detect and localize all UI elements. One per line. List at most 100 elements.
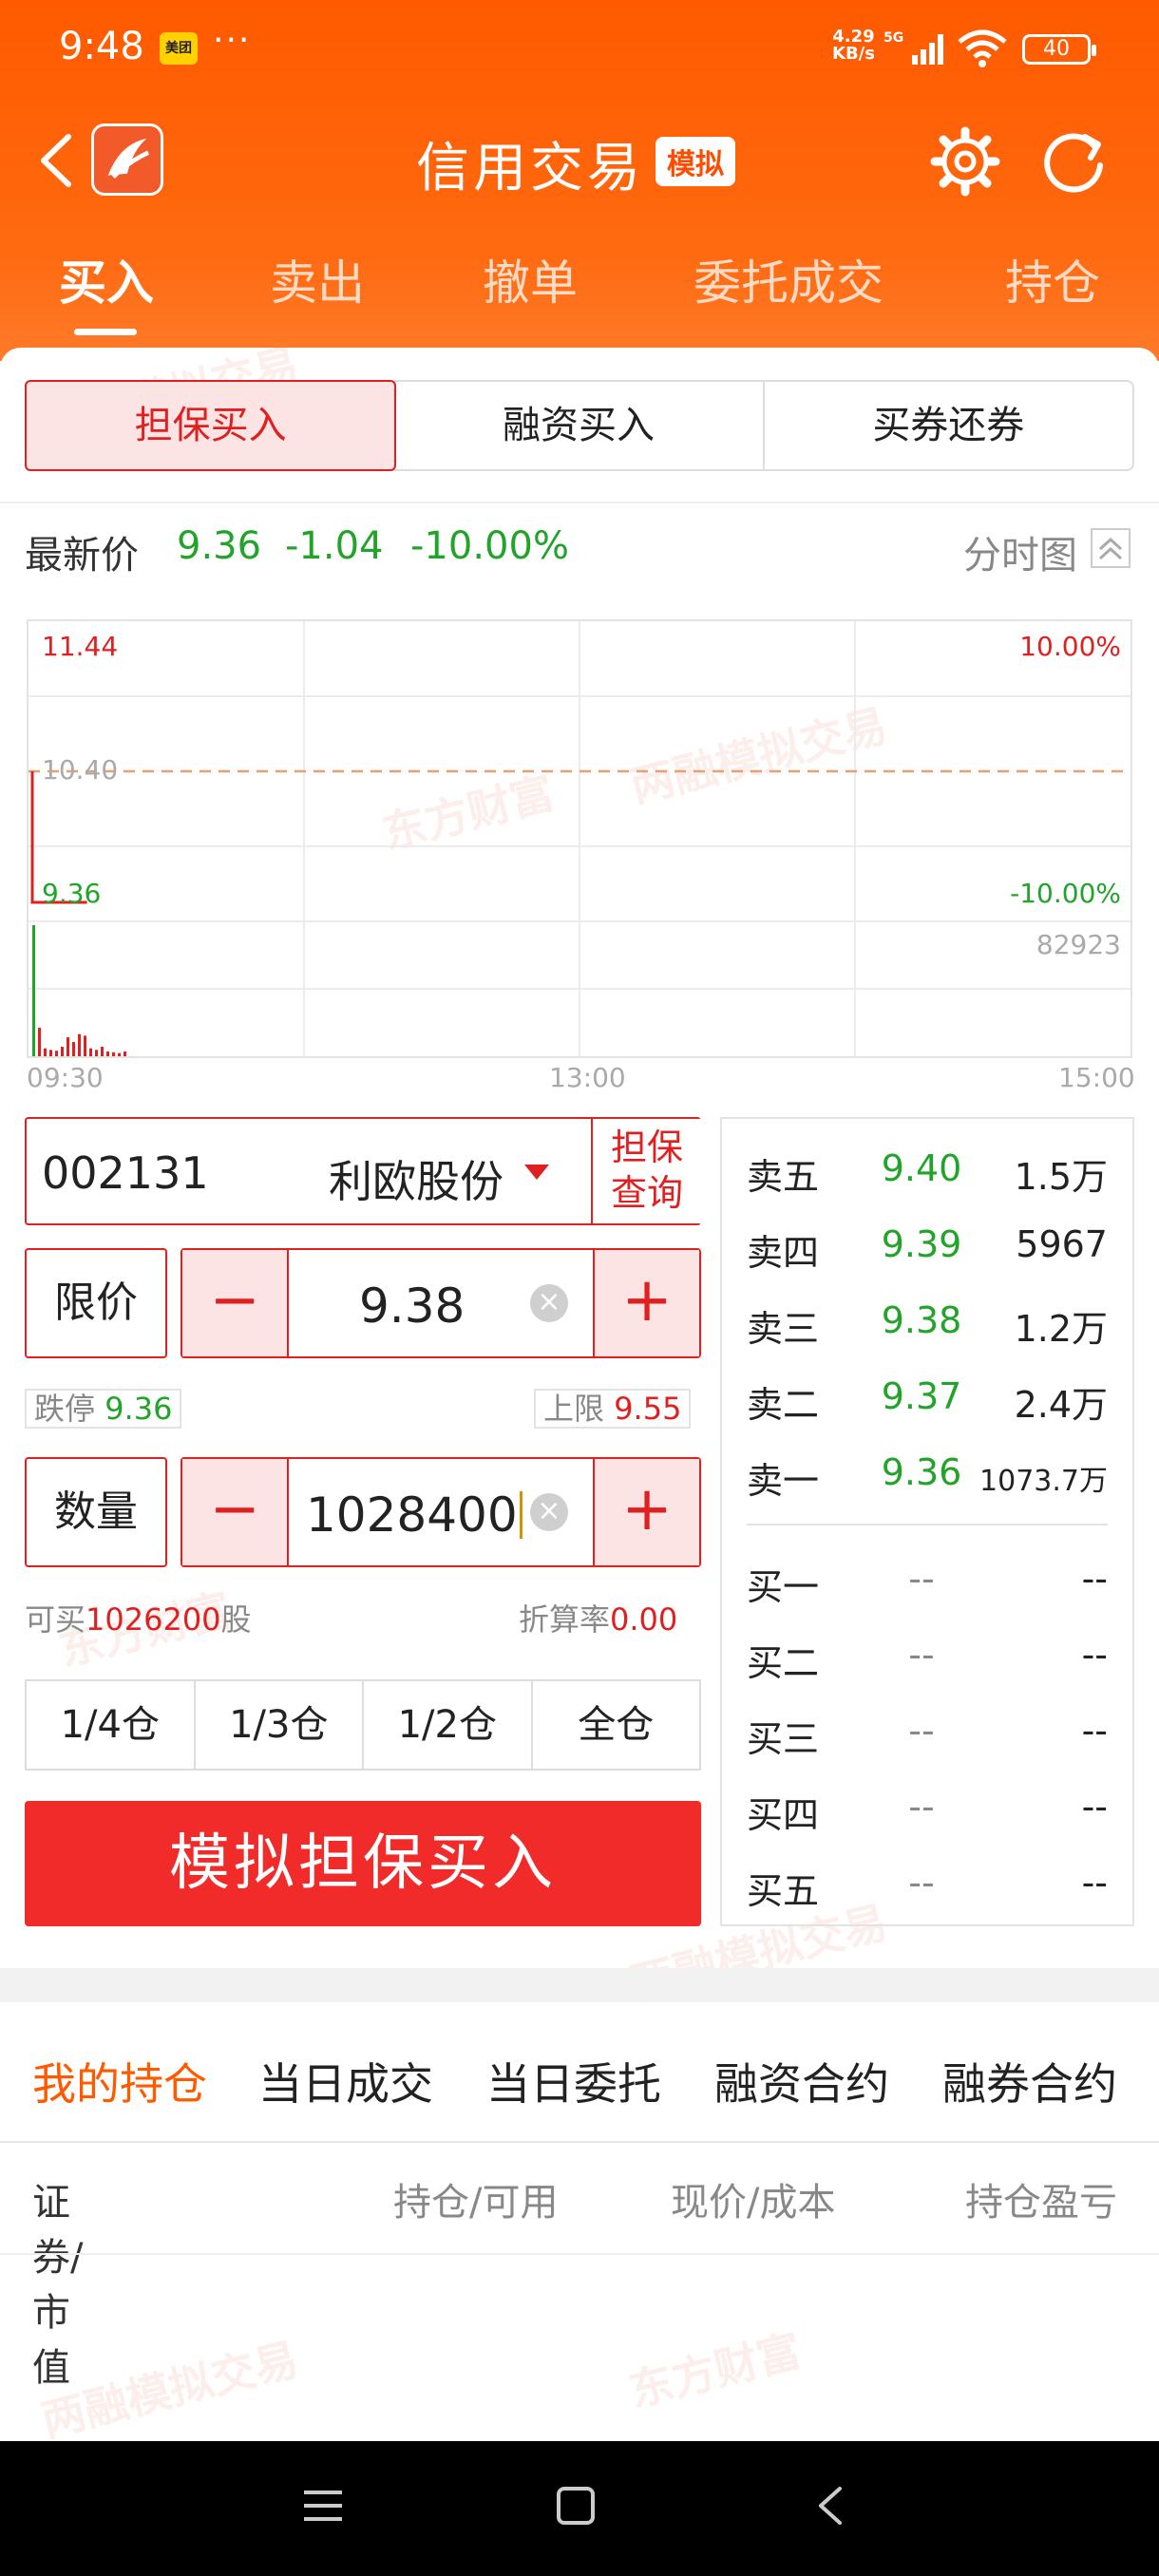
- collapse-chart-icon[interactable]: [1091, 528, 1130, 568]
- bid-volume: --: [1081, 1786, 1108, 1828]
- ask-price[interactable]: 9.37: [864, 1375, 978, 1417]
- clear-price-icon[interactable]: ×: [530, 1284, 568, 1322]
- volume-bar: [38, 1028, 41, 1056]
- quantity-increase-button[interactable]: +: [593, 1459, 699, 1565]
- ask-label: 卖一: [747, 1460, 820, 1502]
- menu-icon[interactable]: [300, 2483, 346, 2529]
- tab-orders-fills[interactable]: 委托成交: [694, 245, 884, 313]
- volume-bar: [66, 1037, 69, 1056]
- chart-y-high: 11.44: [42, 631, 119, 662]
- price-stepper: − 9.38 × +: [180, 1248, 701, 1358]
- volume-bar: [95, 1050, 98, 1056]
- price-mode-select[interactable]: 限价: [25, 1248, 167, 1358]
- volume-bar: [106, 1051, 109, 1056]
- price-input[interactable]: 9.38: [359, 1279, 465, 1334]
- tab-my-positions[interactable]: 我的持仓: [32, 2050, 207, 2112]
- chart-y-low: 9.36: [42, 878, 102, 909]
- chart-x-tick: 13:00: [549, 1062, 626, 1093]
- position-quarter-button[interactable]: 1/4仓: [27, 1681, 196, 1769]
- tab-today-fills[interactable]: 当日成交: [258, 2050, 433, 2112]
- stock-selector[interactable]: 002131 利欧股份 担保 查询: [25, 1117, 701, 1225]
- bid-price[interactable]: --: [864, 1558, 978, 1600]
- status-bar: 9:48 美团 ··· 4.29 KB/s 5G 40: [0, 0, 1159, 95]
- tab-margin-contracts[interactable]: 融资合约: [714, 2050, 889, 2112]
- ask-volume: 1073.7万: [979, 1465, 1108, 1498]
- position-full-button[interactable]: 全仓: [533, 1681, 700, 1769]
- positions-table-header: 证券/市值 持仓/可用 现价/成本 持仓盈亏: [0, 2171, 1159, 2390]
- ask-row: 卖三 9.38 1.2万: [722, 1290, 1132, 1350]
- simulate-guarantee-buy-button[interactable]: 模拟担保买入: [25, 1801, 701, 1926]
- back-nav-icon[interactable]: [811, 2483, 849, 2529]
- tab-buy[interactable]: 买入: [59, 245, 154, 313]
- refresh-icon[interactable]: [1036, 123, 1112, 199]
- segment-guarantee-buy[interactable]: 担保买入: [25, 380, 397, 471]
- bid-label: 买二: [747, 1642, 820, 1684]
- ask-row: 卖四 9.39 5967: [722, 1214, 1132, 1274]
- stock-code[interactable]: 002131: [42, 1147, 209, 1199]
- bid-price[interactable]: --: [864, 1634, 978, 1676]
- bid-price[interactable]: --: [864, 1786, 978, 1828]
- volume-bar: [32, 925, 35, 1056]
- bid-volume: --: [1081, 1634, 1108, 1676]
- volume-bar: [78, 1033, 81, 1056]
- bid-label: 买一: [747, 1566, 820, 1608]
- home-icon[interactable]: [555, 2483, 597, 2529]
- bid-volume: --: [1081, 1862, 1108, 1904]
- segment-margin-buy[interactable]: 融资买入: [394, 382, 765, 469]
- volume-bar: [118, 1052, 121, 1056]
- guarantee-query-button[interactable]: 担保 查询: [591, 1119, 701, 1223]
- quantity-decrease-button[interactable]: −: [182, 1459, 289, 1565]
- price-decrease-button[interactable]: −: [182, 1250, 289, 1356]
- ask-price[interactable]: 9.39: [864, 1223, 978, 1265]
- status-time: 9:48: [59, 25, 144, 68]
- stock-name[interactable]: 利欧股份: [329, 1147, 504, 1210]
- limit-down-value: 9.36: [104, 1391, 173, 1427]
- back-icon[interactable]: [32, 127, 80, 194]
- position-half-button[interactable]: 1/2仓: [364, 1681, 533, 1769]
- bid-price[interactable]: --: [864, 1710, 978, 1752]
- meituan-notification-icon: 美团: [160, 32, 198, 65]
- price-change: -1.04: [285, 524, 384, 568]
- position-size-selector: 1/4仓 1/3仓 1/2仓 全仓: [25, 1679, 701, 1771]
- chart-x-tick: 15:00: [1058, 1062, 1135, 1093]
- trade-tabs: 买入 卖出 撤单 委托成交 持仓: [0, 237, 1159, 342]
- ask-volume: 2.4万: [1014, 1384, 1108, 1426]
- gear-icon[interactable]: [927, 123, 1003, 199]
- volume-bar: [44, 1048, 47, 1056]
- intraday-chart[interactable]: 11.44 10.40 9.36 10.00% -10.00% 82923: [27, 619, 1132, 1058]
- ask-price[interactable]: 9.36: [864, 1451, 978, 1493]
- volume-bar: [89, 1048, 92, 1056]
- col-holding-available: 持仓/可用: [393, 2181, 559, 2225]
- tab-short-contracts[interactable]: 融券合约: [942, 2050, 1117, 2112]
- chart-toggle-label[interactable]: 分时图: [963, 524, 1077, 579]
- tab-today-orders[interactable]: 当日委托: [486, 2050, 661, 2112]
- tab-sell[interactable]: 卖出: [270, 245, 365, 313]
- ask-price[interactable]: 9.38: [864, 1299, 978, 1341]
- ask-label: 卖二: [747, 1384, 820, 1426]
- divider: [0, 2253, 1159, 2255]
- segment-buy-to-repay[interactable]: 买券还券: [765, 382, 1132, 469]
- divider: [0, 502, 1159, 503]
- col-price-cost: 现价/成本: [671, 2181, 836, 2225]
- price-increase-button[interactable]: +: [593, 1250, 699, 1356]
- clear-quantity-icon[interactable]: ×: [530, 1493, 568, 1531]
- more-notifications-icon: ···: [213, 21, 252, 60]
- ask-price[interactable]: 9.40: [864, 1147, 978, 1189]
- position-third-button[interactable]: 1/3仓: [196, 1681, 364, 1769]
- tab-positions[interactable]: 持仓: [1005, 245, 1100, 313]
- chart-pct-high: 10.00%: [1019, 631, 1121, 662]
- bid-label: 买三: [747, 1718, 820, 1760]
- ask-label: 卖五: [747, 1156, 820, 1198]
- limit-up-tag: 上限 9.55: [534, 1389, 692, 1429]
- limit-up-value: 9.55: [614, 1391, 682, 1427]
- simulation-badge: 模拟: [656, 137, 735, 186]
- tab-cancel[interactable]: 撤单: [483, 245, 578, 313]
- net-type-label: 5G: [884, 30, 903, 46]
- bid-label: 买五: [747, 1870, 820, 1912]
- active-tab-indicator: [74, 329, 137, 335]
- quantity-input[interactable]: 1028400: [306, 1487, 522, 1543]
- bid-price[interactable]: --: [864, 1862, 978, 1904]
- bid-row: 买三 -- --: [722, 1700, 1132, 1760]
- dropdown-caret-icon[interactable]: [524, 1165, 549, 1180]
- volume-bar: [112, 1051, 115, 1056]
